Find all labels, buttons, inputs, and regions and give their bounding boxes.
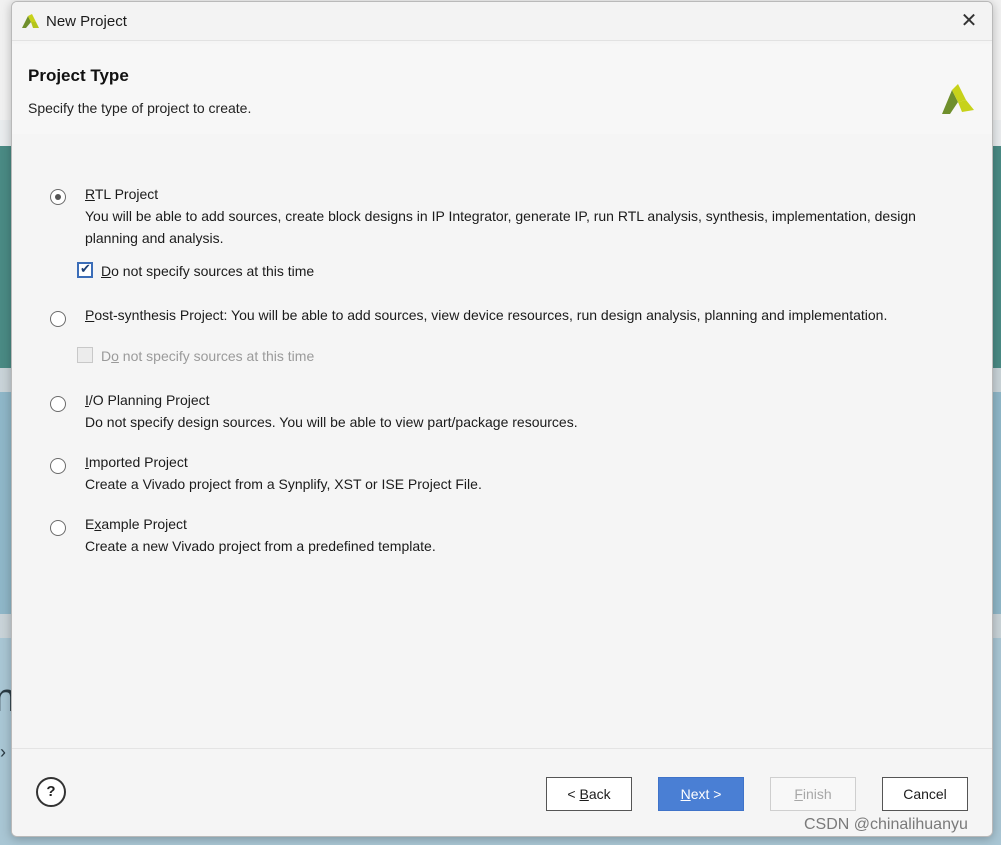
- next-button[interactable]: Next >: [658, 777, 744, 811]
- back-button[interactable]: < Back: [546, 777, 632, 811]
- post-synthesis-radio[interactable]: [50, 311, 66, 327]
- rtl-no-sources-label[interactable]: Do not specify sources at this time: [101, 263, 314, 279]
- close-button[interactable]: ✕: [956, 8, 982, 34]
- post-synthesis-label[interactable]: Post-synthesis Project: You will be able…: [85, 307, 887, 323]
- imported-project-description: Create a Vivado project from a Synplify,…: [85, 476, 482, 492]
- help-button[interactable]: ?: [36, 777, 66, 807]
- post-synthesis-no-sources-label: Do not specify sources at this time: [101, 348, 315, 364]
- example-project-radio[interactable]: [50, 520, 66, 536]
- io-planning-radio[interactable]: [50, 396, 66, 412]
- title-bar: New Project ✕: [12, 2, 992, 41]
- rtl-project-radio[interactable]: [50, 189, 66, 205]
- imported-project-radio[interactable]: [50, 458, 66, 474]
- io-planning-label[interactable]: I/O Planning Project: [85, 392, 210, 408]
- background-chevron-icon: ›: [0, 742, 6, 762]
- vivado-logo-icon: [22, 14, 39, 28]
- help-icon: ?: [46, 783, 56, 800]
- post-synthesis-no-sources-checkbox: [77, 347, 93, 363]
- cancel-button[interactable]: Cancel: [882, 777, 968, 811]
- page-title: Project Type: [28, 66, 129, 85]
- new-project-dialog: New Project ✕ Project Type Specify the t…: [11, 1, 993, 837]
- watermark-text: CSDN @chinalihuanyu: [804, 816, 968, 833]
- window-title: New Project: [46, 13, 127, 30]
- rtl-no-sources-checkbox[interactable]: [77, 261, 93, 278]
- close-icon: ✕: [960, 10, 978, 32]
- rtl-project-label[interactable]: RTL Project: [85, 186, 158, 202]
- vivado-logo-icon: [942, 84, 974, 114]
- imported-project-label[interactable]: Imported Project: [85, 454, 188, 470]
- example-project-description: Create a new Vivado project from a prede…: [85, 538, 436, 554]
- io-planning-description: Do not specify design sources. You will …: [85, 414, 578, 430]
- finish-button: Finish: [770, 777, 856, 811]
- project-type-options: RTL Project You will be able to add sour…: [12, 134, 992, 748]
- rtl-project-description: You will be able to add sources, create …: [85, 208, 916, 246]
- page-subtitle: Specify the type of project to create.: [28, 100, 252, 116]
- example-project-label[interactable]: Example Project: [85, 516, 187, 532]
- wizard-header: Project Type Specify the type of project…: [12, 44, 992, 134]
